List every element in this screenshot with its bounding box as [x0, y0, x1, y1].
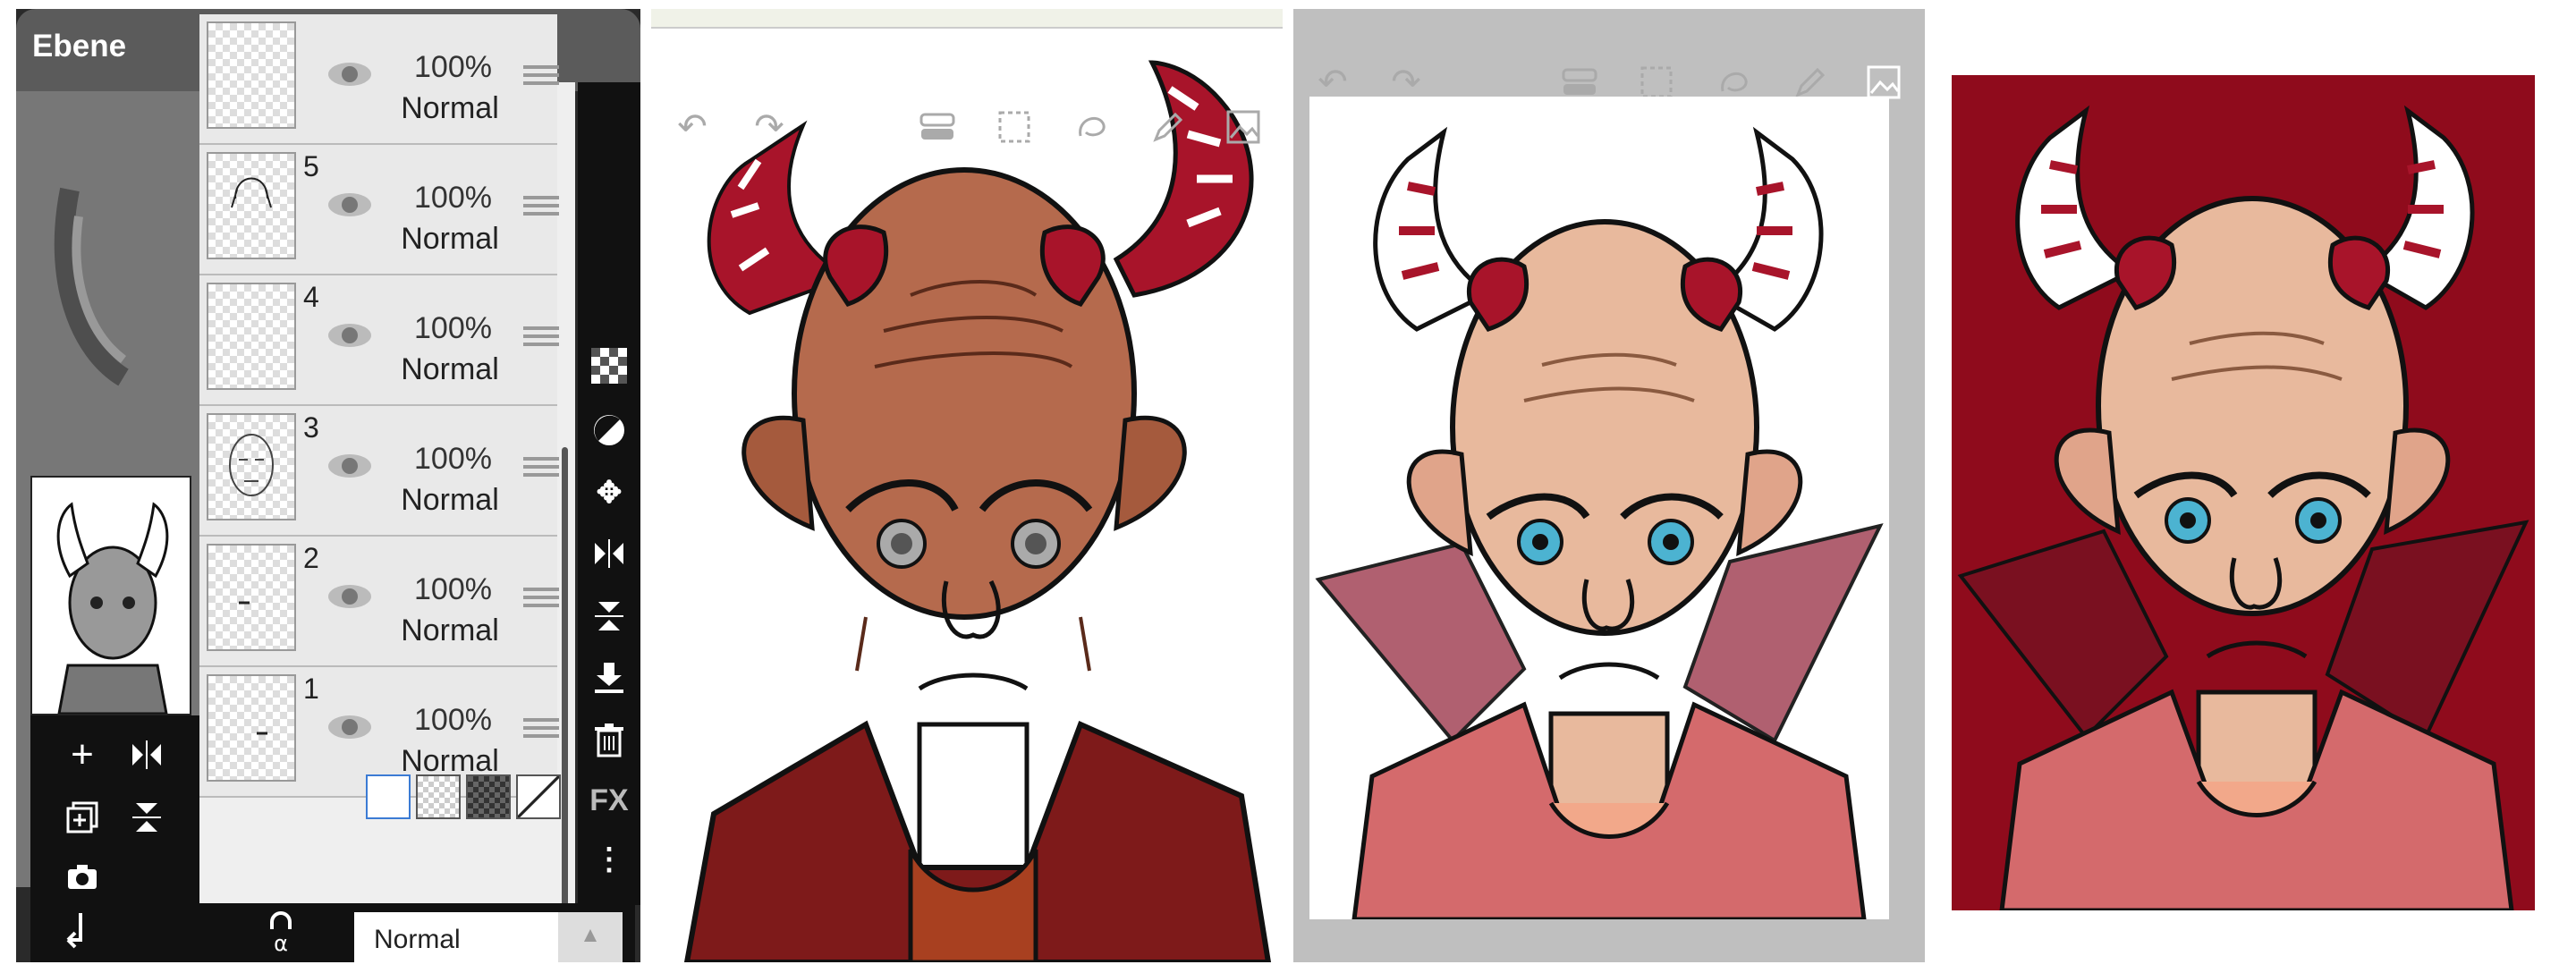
- layer-opacity: 100%: [414, 181, 492, 215]
- layer-side-toolbar: ✥ FX ⋮: [578, 82, 640, 905]
- layer-thumbnail: [207, 21, 296, 129]
- white-fill-swatch[interactable]: [366, 774, 411, 819]
- flip-vertical-icon[interactable]: [585, 592, 633, 640]
- canvas-preview[interactable]: [30, 476, 191, 715]
- drag-handle-icon[interactable]: [523, 322, 559, 349]
- layer-thumbnail: [207, 283, 296, 390]
- lasso-icon[interactable]: [1072, 107, 1111, 147]
- selection-icon[interactable]: [995, 107, 1034, 147]
- layer-number: 4: [303, 281, 319, 313]
- eye-icon[interactable]: [326, 583, 373, 610]
- layer-opacity: 100%: [414, 442, 492, 476]
- transparent-fill-swatch[interactable]: [416, 774, 461, 819]
- layer-panel-screenshot: Ebene + 100% Normal 5 100% Normal 4 100%…: [16, 9, 640, 962]
- layer-blend-mode: Normal: [401, 222, 499, 256]
- layer-list-scrollbar[interactable]: [562, 447, 568, 962]
- camera-icon[interactable]: [55, 850, 109, 903]
- layer-row-4[interactable]: 4 100% Normal: [199, 275, 559, 406]
- layer-blend-mode: Normal: [401, 352, 499, 386]
- fx-button[interactable]: FX: [585, 776, 633, 825]
- devil-artwork-final: [1957, 105, 2529, 910]
- layer-thumbnail: [207, 674, 296, 782]
- layer-thumbnail: [207, 152, 296, 259]
- layer-blend-mode: Normal: [401, 613, 499, 647]
- layer-row-5[interactable]: 5 100% Normal: [199, 145, 559, 275]
- top-strip: [651, 9, 1283, 29]
- duplicate-layer-icon[interactable]: [55, 791, 109, 844]
- layer-number: 3: [303, 411, 319, 444]
- flip-vertical-icon[interactable]: [120, 791, 174, 844]
- layer-number: 2: [303, 542, 319, 574]
- layer-number: 1: [303, 673, 319, 705]
- layer-thumbnail: [207, 544, 296, 651]
- final-canvas: [1952, 75, 2535, 910]
- checker-icon[interactable]: [585, 342, 633, 390]
- flip-horizontal-icon[interactable]: [585, 529, 633, 578]
- layer-opacity: 100%: [414, 50, 492, 84]
- artwork-final: [1936, 9, 2576, 962]
- layer-fill-modes: [199, 774, 561, 828]
- more-icon[interactable]: ⋮: [585, 835, 633, 884]
- layer-blend-mode: Normal: [401, 483, 499, 517]
- clipping-icon[interactable]: [50, 909, 104, 962]
- eye-icon[interactable]: [326, 191, 373, 218]
- dark-fill-swatch[interactable]: [466, 774, 511, 819]
- gallery-icon[interactable]: [1224, 107, 1263, 147]
- layer-opacity: 100%: [414, 311, 492, 345]
- trash-icon[interactable]: [585, 715, 633, 764]
- layer-tools: +: [30, 715, 209, 903]
- alpha-glyph: α: [274, 931, 288, 956]
- undo-icon[interactable]: ↶: [673, 107, 712, 147]
- panel-title: Ebene: [32, 29, 127, 63]
- artwork-step-3: ↶ ↷: [1293, 9, 1925, 962]
- drag-handle-icon[interactable]: [523, 453, 559, 479]
- layer-row-3[interactable]: 3 100% Normal: [199, 406, 559, 537]
- canvas-area[interactable]: [1309, 97, 1889, 919]
- blend-mode-select[interactable]: Normal: [354, 912, 558, 962]
- layers-toggle-icon[interactable]: [918, 107, 957, 147]
- eye-icon[interactable]: [326, 453, 373, 479]
- halftone-icon[interactable]: [585, 406, 633, 454]
- eye-icon[interactable]: [326, 714, 373, 740]
- flip-horizontal-icon[interactable]: [120, 728, 174, 782]
- none-fill-swatch[interactable]: [516, 774, 561, 819]
- layer-number: 5: [303, 150, 319, 182]
- drag-handle-icon[interactable]: [523, 714, 559, 740]
- devil-artwork-red: [683, 60, 1272, 962]
- drag-handle-icon[interactable]: [523, 583, 559, 610]
- devil-artwork-light: [1315, 126, 1884, 919]
- layer-row-top[interactable]: 100% Normal: [199, 14, 559, 145]
- pencil-icon[interactable]: [1148, 107, 1188, 147]
- layer-blend-mode: Normal: [401, 91, 499, 125]
- redo-icon[interactable]: ↷: [750, 107, 789, 147]
- layer-row-2[interactable]: 2 100% Normal: [199, 537, 559, 667]
- merge-down-icon[interactable]: [585, 653, 633, 701]
- layer-thumbnail: [207, 413, 296, 520]
- layer-opacity: 100%: [414, 572, 492, 606]
- drag-handle-icon[interactable]: [523, 191, 559, 218]
- eye-icon[interactable]: [326, 322, 373, 349]
- drag-handle-icon[interactable]: [523, 61, 559, 88]
- move-icon[interactable]: ✥: [585, 469, 633, 517]
- add-layer-icon[interactable]: +: [55, 728, 109, 782]
- blend-mode-dropdown-icon[interactable]: ▲: [558, 912, 623, 962]
- artwork-step-2: ↶ ↷: [651, 9, 1283, 962]
- eye-icon[interactable]: [326, 61, 373, 88]
- alpha-lock-icon[interactable]: α: [254, 909, 308, 962]
- layer-opacity: 100%: [414, 703, 492, 737]
